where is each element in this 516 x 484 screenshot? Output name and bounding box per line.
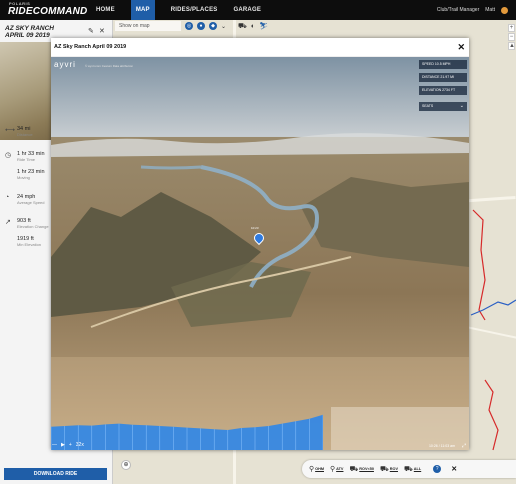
terrain-3d-view[interactable]: ayvri © ayvri.com Cesium Data attributio… xyxy=(51,57,469,450)
avatar[interactable] xyxy=(501,6,508,14)
filter-ohm[interactable]: ⚲ OHM xyxy=(309,465,324,473)
modal-close-button[interactable]: ✕ xyxy=(457,42,465,52)
time-readout: 10:26 / 11:03 am xyxy=(428,444,455,448)
playback-speed[interactable]: 32x xyxy=(76,442,84,448)
brand-ridecommand[interactable]: RIDECOMMAND xyxy=(8,6,87,17)
nav-right: Club/Trail Manager Matt xyxy=(437,0,508,20)
locate-me-icon[interactable]: ⊕ xyxy=(121,460,131,470)
filter-atv[interactable]: ⚲ ATV xyxy=(330,465,343,473)
filter-rov50[interactable]: ⛟ ROV<50 xyxy=(349,465,373,474)
fullscreen-icon[interactable]: ⤢ xyxy=(462,443,466,449)
help-icon[interactable]: ? xyxy=(433,465,442,473)
stat-distance: ⟷ 34 mi Distance xyxy=(5,126,33,137)
playback-controls: — ▶ + 32x xyxy=(52,441,84,449)
close-icon[interactable]: ✕ xyxy=(451,465,457,473)
stat-average-speed: ◔ 24 mph Average Speed xyxy=(5,194,45,205)
hud-distance: DISTANCE 21.97 MI xyxy=(419,73,467,82)
nav-map[interactable]: MAP xyxy=(130,0,155,20)
plus-icon[interactable]: + xyxy=(69,442,72,448)
nav-links: HOME MAP RIDES/PLACES GARAGE xyxy=(96,0,261,20)
ride-3d-modal: AZ Sky Ranch April 09 2019 ✕ ayvri © ayv… xyxy=(51,38,469,450)
map-layer-icon[interactable]: ◎ xyxy=(185,22,193,30)
chevron-down-icon: ⌄ xyxy=(459,103,464,109)
stat-ride-time: ◷ 1 hr 33 min Ride Time xyxy=(5,151,45,162)
top-nav: POLARIS RIDECOMMAND HOME MAP RIDES/PLACE… xyxy=(0,0,516,20)
rov50-icon: ⛟ xyxy=(349,465,359,473)
nav-garage[interactable]: GARAGE xyxy=(234,0,262,20)
hud-elevation: ELEVATION 2734 FT xyxy=(419,86,467,95)
map-pin-icon[interactable]: ● xyxy=(197,22,205,30)
edit-icon[interactable]: ✎ xyxy=(88,27,94,35)
ayvri-logo: ayvri xyxy=(54,60,76,69)
speed-icon: ◔ xyxy=(5,194,10,201)
hud-select[interactable]: SEATS ⌄ xyxy=(419,102,467,111)
play-icon[interactable]: ▶ xyxy=(61,442,65,448)
all-icon: ⛟ xyxy=(403,465,413,473)
rewind-icon[interactable]: — xyxy=(52,442,57,448)
stat-moving: 1 hr 23 min Moving xyxy=(5,169,45,180)
stat-min-elevation: 1919 ft Min Elevation xyxy=(5,236,41,247)
atv-icon: ⚲ xyxy=(330,466,336,473)
elevation-profile-chart[interactable] xyxy=(51,410,323,450)
vehicle-icon[interactable]: ⛟ xyxy=(238,22,247,31)
chevron-down-icon[interactable]: ⌄ xyxy=(221,23,226,30)
modal-header: AZ Sky Ranch April 09 2019 ✕ xyxy=(51,38,469,57)
stat-elevation-change: ↗ 903 ft Elevation Change xyxy=(5,218,49,229)
zoom-out-button[interactable]: − xyxy=(508,33,515,41)
club-trail-manager-link[interactable]: Club/Trail Manager xyxy=(437,7,479,13)
marker-label: 10:23 xyxy=(251,226,259,230)
moving-icon xyxy=(5,169,13,180)
modal-title: AZ Sky Ranch April 09 2019 xyxy=(54,44,127,50)
zoom-control: + − ▲ xyxy=(508,24,515,51)
filter-rov[interactable]: ⛟ ROV xyxy=(380,465,398,474)
download-ride-button[interactable]: DOWNLOAD RIDE xyxy=(4,468,107,480)
user-name[interactable]: Matt xyxy=(485,7,495,13)
elevation-icon: ↗ xyxy=(5,219,11,226)
min-elevation-icon xyxy=(5,236,13,247)
nav-rides-places[interactable]: RIDES/PLACES xyxy=(171,0,218,20)
rider-marker[interactable]: 10:23 xyxy=(251,226,267,246)
toggle-icon[interactable]: ◐ xyxy=(251,23,255,30)
close-icon[interactable]: ✕ xyxy=(99,27,105,35)
map-search-input[interactable]: Show on map xyxy=(115,21,181,31)
snowmobile-icon[interactable]: ⛷ xyxy=(259,22,268,30)
attribution-text[interactable]: © ayvri.com Cesium Data attribution xyxy=(85,64,133,68)
terrain-render xyxy=(51,57,469,450)
ohm-icon: ⚲ xyxy=(309,466,315,473)
rov-icon: ⛟ xyxy=(379,465,389,473)
rider-pin-icon xyxy=(251,230,267,246)
vehicle-filter-bar: ⚲ OHM ⚲ ATV ⛟ ROV<50 ⛟ ROV ⛟ ALL ? ✕ xyxy=(302,460,516,478)
nav-home[interactable]: HOME xyxy=(96,0,115,20)
hud-speed: SPEED 10.5 MPH xyxy=(419,60,467,69)
distance-icon: ⟷ xyxy=(5,127,16,134)
clock-icon: ◷ xyxy=(5,152,12,159)
zoom-in-button[interactable]: + xyxy=(508,24,515,32)
map-toolbar: Show on map ◎ ● ◆ ⌄ ⛟ ◐ ⛷ xyxy=(115,20,417,32)
filter-all[interactable]: ⛟ ALL xyxy=(404,465,421,474)
panel-title: AZ SKY RANCH APRIL 09 2019 xyxy=(5,25,54,39)
compass-button[interactable]: ▲ xyxy=(508,42,515,50)
map-group-icon[interactable]: ◆ xyxy=(209,22,217,30)
